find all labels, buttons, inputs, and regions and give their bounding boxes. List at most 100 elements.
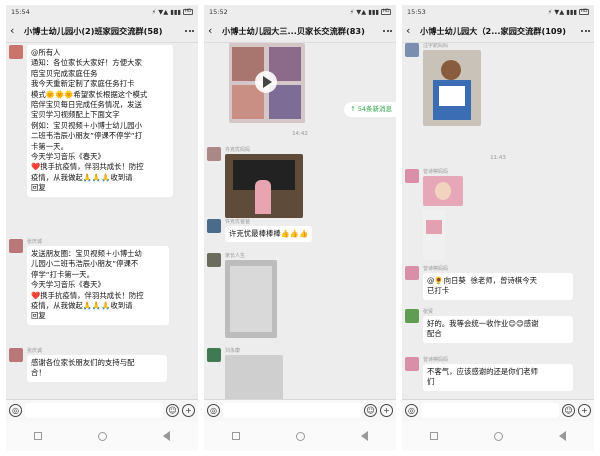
avatar[interactable] (405, 357, 419, 371)
more-options-icon[interactable] (380, 29, 392, 32)
photo-message[interactable] (423, 50, 481, 126)
photo-message[interactable] (225, 355, 283, 399)
play-icon[interactable] (255, 71, 277, 93)
message-bubble[interactable]: 许克忧最棒棒棒👍👍👍 (225, 226, 313, 243)
status-bar: 15:52 ⚡ ▼▲ ▮▮▮ HD (204, 5, 396, 19)
chat-title: 小博士幼儿园大三...贝家长交流群(83) (222, 25, 365, 36)
input-bar: ◎ ☺ + (402, 399, 594, 421)
sender-name: 许克忧爸爸 (225, 219, 251, 225)
input-bar: ◎ ☺ + (6, 399, 198, 421)
message: 汪宇航妈妈 (405, 43, 481, 126)
avatar[interactable] (207, 348, 221, 362)
timestamp: 11:43 (490, 155, 506, 161)
message-bubble[interactable]: 好的。我等会统一收作业😊😊感谢 配合 (423, 316, 573, 343)
emoji-icon[interactable]: ☺ (562, 404, 575, 417)
sender-name: 许克忧妈妈 (225, 147, 251, 153)
voice-icon[interactable]: ◎ (207, 404, 220, 417)
back-nav-icon[interactable] (361, 431, 368, 441)
back-nav-icon[interactable] (559, 431, 566, 441)
chat-title-bar: ‹ 小博士幼儿园大（2...家园交流群(109) (402, 19, 594, 43)
message: 曾诗棋妈妈 不客气，应该感谢的还是你们老师 们 (405, 357, 573, 391)
chat-area[interactable]: ↑ 54条新消息 14:42 许克忧妈妈 许克忧爸爸 许克忧最棒棒棒👍👍👍 家长 (204, 43, 396, 399)
timestamp: 14:42 (292, 131, 308, 137)
photo-message[interactable] (225, 154, 303, 218)
message-input[interactable] (223, 403, 361, 418)
avatar[interactable] (9, 45, 23, 59)
status-time: 15:54 (11, 8, 30, 16)
recents-icon[interactable] (232, 432, 240, 440)
message: 曾诗棋妈妈 (405, 169, 463, 260)
phone-panel-3: 15:53 ⚡ ▼▲ ▮▮▮ HD ‹ 小博士幼儿园大（2...家园交流群(109… (402, 5, 594, 451)
sender-name: 家长人生 (225, 253, 246, 259)
battery-icon: HD (381, 9, 391, 15)
message: @所有人 通知：各位家长大家好！方便大家 陪宝贝完成家庭任务 我今天重新定制了家… (9, 45, 173, 197)
sender-name: 张庆诚 (27, 348, 43, 354)
emoji-icon[interactable]: ☺ (166, 404, 179, 417)
avatar[interactable] (9, 239, 23, 253)
voice-icon[interactable]: ◎ (9, 404, 22, 417)
message-bubble[interactable]: 发送朋友圈：宝贝视频＋小博士幼 儿园小二班韦浩辰小朋友”停课不 停学“打卡第一天… (27, 246, 169, 325)
avatar[interactable] (405, 309, 419, 323)
status-time: 15:53 (407, 8, 426, 16)
message-bubble[interactable]: 感谢各位家长朋友们的支持与配 合！ (27, 355, 167, 382)
avatar[interactable] (9, 348, 23, 362)
system-nav-bar (6, 421, 198, 451)
chat-title-bar: ‹ 小博士幼儿园小(2)班家园交流群(58) (6, 19, 198, 43)
sender-name: 汪宇航妈妈 (423, 43, 449, 49)
avatar[interactable] (207, 147, 221, 161)
recents-icon[interactable] (34, 432, 42, 440)
avatar[interactable] (207, 253, 221, 267)
input-bar: ◎ ☺ + (204, 399, 396, 421)
sender-name: 张庆诚 (27, 239, 43, 245)
sender-name: 刘永康 (225, 348, 241, 354)
message-bubble[interactable]: 不客气，应该感谢的还是你们老师 们 (423, 364, 573, 391)
home-icon[interactable] (296, 431, 305, 441)
avatar[interactable] (405, 266, 419, 280)
avatar[interactable] (207, 219, 221, 233)
chat-area[interactable]: 汪宇航妈妈 11:43 曾诗棋妈妈 曾诗棋妈妈 @🌻向日葵 徐老师，曾诗棋今天 … (402, 43, 594, 399)
more-options-icon[interactable] (578, 29, 590, 32)
recents-icon[interactable] (430, 432, 438, 440)
message: 许克忧妈妈 (207, 147, 303, 218)
plus-icon[interactable]: + (380, 404, 393, 417)
message-input[interactable] (25, 403, 163, 418)
sender-name: 曾诗棋妈妈 (423, 266, 449, 272)
avatar[interactable] (405, 43, 419, 57)
sender-name: 曾诗棋妈妈 (423, 357, 449, 363)
status-bar: 15:53 ⚡ ▼▲ ▮▮▮ HD (402, 5, 594, 19)
photo-message[interactable] (423, 210, 445, 260)
message-bubble[interactable]: @🌻向日葵 徐老师，曾诗棋今天 已打卡 (423, 273, 573, 300)
message-bubble[interactable]: @所有人 通知：各位家长大家好！方便大家 陪宝贝完成家庭任务 我今天重新定制了家… (27, 45, 173, 197)
emoji-icon[interactable]: ☺ (364, 404, 377, 417)
plus-icon[interactable]: + (182, 404, 195, 417)
chat-title: 小博士幼儿园大（2...家园交流群(109) (420, 25, 567, 36)
photo-message[interactable] (423, 176, 463, 206)
new-messages-badge[interactable]: ↑ 54条新消息 (344, 102, 396, 117)
chat-area[interactable]: @所有人 通知：各位家长大家好！方便大家 陪宝贝完成家庭任务 我今天重新定制了家… (6, 43, 198, 399)
chat-title: 小博士幼儿园小(2)班家园交流群(58) (24, 25, 163, 36)
video-thumbnail[interactable] (229, 43, 305, 123)
signal-icons: ⚡ ▼▲ ▮▮▮ (547, 8, 577, 16)
back-nav-icon[interactable] (163, 431, 170, 441)
back-arrow-icon[interactable]: ‹ (208, 25, 218, 36)
phone-panel-2: 15:52 ⚡ ▼▲ ▮▮▮ HD ‹ 小博士幼儿园大三...贝家长交流群(83)… (204, 5, 396, 451)
system-nav-bar (402, 421, 594, 451)
message-input[interactable] (421, 403, 559, 418)
back-arrow-icon[interactable]: ‹ (406, 25, 416, 36)
back-arrow-icon[interactable]: ‹ (10, 25, 20, 36)
more-options-icon[interactable] (182, 29, 194, 32)
home-icon[interactable] (98, 431, 107, 441)
message: 许克忧爸爸 许克忧最棒棒棒👍👍👍 (207, 219, 313, 243)
avatar[interactable] (405, 169, 419, 183)
status-bar: 15:54 ⚡ ▼▲ ▮▮▮ HD (6, 5, 198, 19)
voice-icon[interactable]: ◎ (405, 404, 418, 417)
message: 张庆诚 感谢各位家长朋友们的支持与配 合！ (9, 348, 167, 382)
plus-icon[interactable]: + (578, 404, 591, 417)
message: 张庆诚 发送朋友圈：宝贝视频＋小博士幼 儿园小二班韦浩辰小朋友”停课不 停学“打… (9, 239, 169, 325)
phone-panel-1: 15:54 ⚡ ▼▲ ▮▮▮ HD ‹ 小博士幼儿园小(2)班家园交流群(58) … (6, 5, 198, 451)
message: 曾诗棋妈妈 @🌻向日葵 徐老师，曾诗棋今天 已打卡 (405, 266, 573, 300)
home-icon[interactable] (494, 431, 503, 441)
photo-message[interactable] (225, 260, 277, 338)
system-nav-bar (204, 421, 396, 451)
message: 家长人生 (207, 253, 277, 338)
